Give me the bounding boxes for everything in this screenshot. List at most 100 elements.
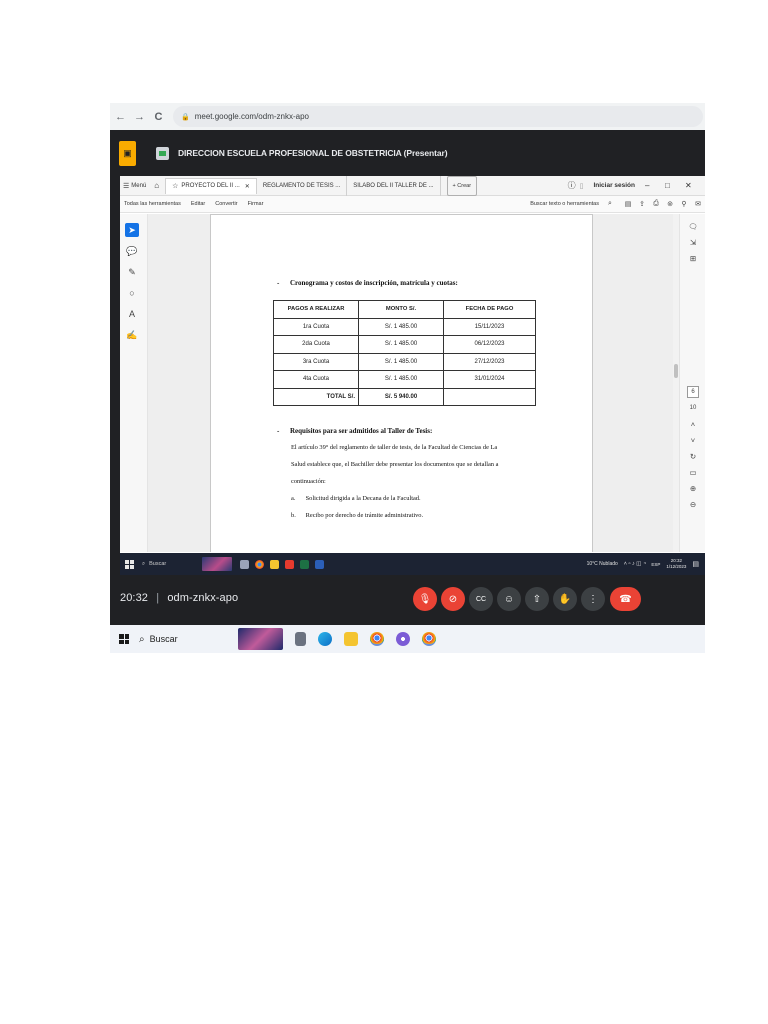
sign-menu[interactable]: Firmar	[248, 201, 264, 207]
weather-widget[interactable]: 10°C Nublado	[587, 561, 618, 567]
share-icon[interactable]: ⊚	[663, 200, 677, 208]
presenting-icon: ▣	[119, 140, 136, 166]
page-down-icon[interactable]: ˅	[680, 432, 705, 448]
fit-page-icon[interactable]: ▭	[680, 464, 705, 480]
chrome-icon[interactable]	[255, 559, 264, 569]
table-cell: 2da Cuota	[273, 335, 359, 354]
zoom-out-icon[interactable]: ⊖	[680, 496, 705, 512]
table-cell: 27/12/2023	[443, 352, 536, 371]
windows-start-icon[interactable]	[125, 559, 134, 569]
file-explorer-icon[interactable]	[270, 559, 279, 569]
mic-off-button[interactable]: 🎙	[413, 587, 437, 611]
task-view-icon[interactable]	[240, 559, 249, 569]
emoji-icon: ☺	[503, 593, 515, 605]
upload-icon[interactable]: ⇪	[635, 200, 649, 208]
requirements-paragraph: El artículo 39° del reglamento de taller…	[291, 439, 571, 524]
close-window-button[interactable]: ✕	[685, 176, 705, 196]
language-indicator[interactable]: ESP	[651, 562, 660, 567]
page-number-box[interactable]: 6	[680, 384, 705, 400]
chrome-profile-icon[interactable]	[396, 632, 410, 646]
menu-button[interactable]: ☰ Menú	[123, 176, 146, 196]
table-cell: 06/12/2023	[443, 335, 536, 354]
organize-pages-icon[interactable]: ⊞	[680, 250, 705, 266]
bell-icon[interactable]: ▯	[580, 176, 584, 196]
pen-tool-icon[interactable]: ✎	[125, 265, 139, 279]
tab-silabo[interactable]: SILABO DEL II TALLER DE ...	[347, 175, 441, 196]
document-viewport[interactable]: - Cronograma y costos de inscripción, ma…	[148, 214, 673, 552]
home-icon[interactable]: ⌂	[154, 176, 159, 196]
search-icon: ⌕	[142, 560, 146, 567]
system-clock[interactable]: 20:32 1/12/2023	[666, 558, 686, 570]
task-view-icon[interactable]	[295, 632, 306, 646]
convert-menu[interactable]: Convertir	[215, 201, 237, 207]
search-tools-input[interactable]: Buscar texto o herramientas	[530, 201, 599, 207]
bullet-marker: -	[277, 279, 280, 287]
meet-header: ▣ DIRECCION ESCUELA PROFESIONAL DE OBSTE…	[110, 130, 705, 176]
scroll-thumb[interactable]	[674, 364, 678, 378]
lasso-tool-icon[interactable]: ○	[125, 286, 139, 300]
meet-control-bar: 20:32 | odm-znkx-apo 🎙 ⊘ CC ☺ ⇧ ✋ ⋮ ☎	[110, 575, 705, 625]
end-call-button[interactable]: ☎	[610, 587, 641, 611]
hand-icon: ✋	[558, 593, 572, 605]
table-cell: 15/11/2023	[443, 317, 536, 336]
comment-tool-icon[interactable]: 💬	[125, 244, 139, 258]
clock-date: 1/12/2023	[666, 564, 687, 569]
edit-menu[interactable]: Editar	[191, 201, 205, 207]
minimize-button[interactable]: –	[645, 176, 665, 196]
windows-start-icon[interactable]	[119, 634, 129, 644]
table-cell: S/. 1 485.00	[358, 370, 444, 389]
new-tab-button[interactable]: + Crear	[446, 175, 478, 196]
back-button[interactable]: ←	[112, 108, 129, 125]
maximize-button[interactable]: □	[665, 176, 685, 196]
tab-label: REGLAMENTO DE TESIS ...	[262, 182, 341, 189]
file-icon[interactable]: ▤	[621, 200, 635, 208]
help-icon[interactable]: ⓘ	[568, 176, 576, 196]
right-tool-rail: 🗨 ⇲ ⊞ 6 10 ˄ ˅ ↻ ▭ ⊕ ⊖	[679, 214, 705, 552]
comments-panel-icon[interactable]: 🗨	[680, 218, 705, 234]
file-explorer-icon[interactable]	[344, 632, 358, 646]
present-button[interactable]: ⇧	[525, 587, 549, 611]
camera-off-button[interactable]: ⊘	[441, 587, 465, 611]
close-icon[interactable]: ✕	[245, 183, 250, 190]
tray-icons[interactable]: ˄ ▫ ♪ ◫ ◔	[624, 561, 647, 567]
reactions-button[interactable]: ☺	[497, 587, 521, 611]
taskbar-search[interactable]: ⌕ Buscar	[139, 634, 239, 645]
export-pdf-icon[interactable]: ⇲	[680, 234, 705, 250]
list-text: Recibo por derecho de trámite administra…	[305, 512, 424, 519]
chrome-icon[interactable]	[422, 632, 436, 646]
select-tool-icon[interactable]: ➤	[125, 223, 139, 237]
more-options-button[interactable]: ⋮	[581, 587, 605, 611]
page-up-icon[interactable]: ˄	[680, 416, 705, 432]
excel-icon[interactable]	[300, 559, 309, 569]
link-icon[interactable]: ⚲	[677, 200, 691, 208]
presentation-title: DIRECCION ESCUELA PROFESIONAL DE OBSTETR…	[178, 148, 448, 158]
login-button[interactable]: Iniciar sesión	[593, 176, 635, 196]
print-icon[interactable]: ⎙	[649, 200, 663, 208]
taskbar-search[interactable]: ⌕ Buscar	[142, 557, 232, 571]
sign-tool-icon[interactable]: ✍	[125, 328, 139, 342]
all-tools-menu[interactable]: Todas las herramientas	[124, 201, 181, 207]
chrome-icon[interactable]	[370, 632, 384, 646]
reload-button[interactable]: C	[150, 108, 167, 125]
forward-button[interactable]: →	[131, 108, 148, 125]
address-bar[interactable]: 🔒 meet.google.com/odm-znkx-apo	[173, 106, 703, 127]
mail-icon[interactable]: ✉	[691, 200, 705, 208]
word-icon[interactable]	[315, 559, 324, 569]
shared-screen: ☰ Menú ⌂ ☆ PROYECTO DEL II ... ✕ REGLAME…	[120, 175, 705, 575]
present-icon: ⇧	[532, 593, 542, 605]
search-label: Buscar	[149, 561, 167, 567]
hang-up-icon: ☎	[619, 593, 632, 605]
search-icon[interactable]: ⌕	[603, 200, 617, 208]
acrobat-icon[interactable]	[285, 559, 294, 569]
edge-icon[interactable]	[318, 632, 332, 646]
raise-hand-button[interactable]: ✋	[553, 587, 577, 611]
notification-icon[interactable]: ▤	[692, 560, 699, 568]
captions-button[interactable]: CC	[469, 587, 493, 611]
table-cell: 1ra Cuota	[273, 317, 359, 336]
table-row: 1ra Cuota S/. 1 485.00 15/11/2023	[273, 317, 536, 336]
tab-proyecto[interactable]: ☆ PROYECTO DEL II ... ✕	[165, 177, 257, 194]
zoom-in-icon[interactable]: ⊕	[680, 480, 705, 496]
text-tool-icon[interactable]: A	[125, 307, 139, 321]
tab-reglamento[interactable]: REGLAMENTO DE TESIS ...	[257, 175, 348, 196]
rotate-icon[interactable]: ↻	[680, 448, 705, 464]
